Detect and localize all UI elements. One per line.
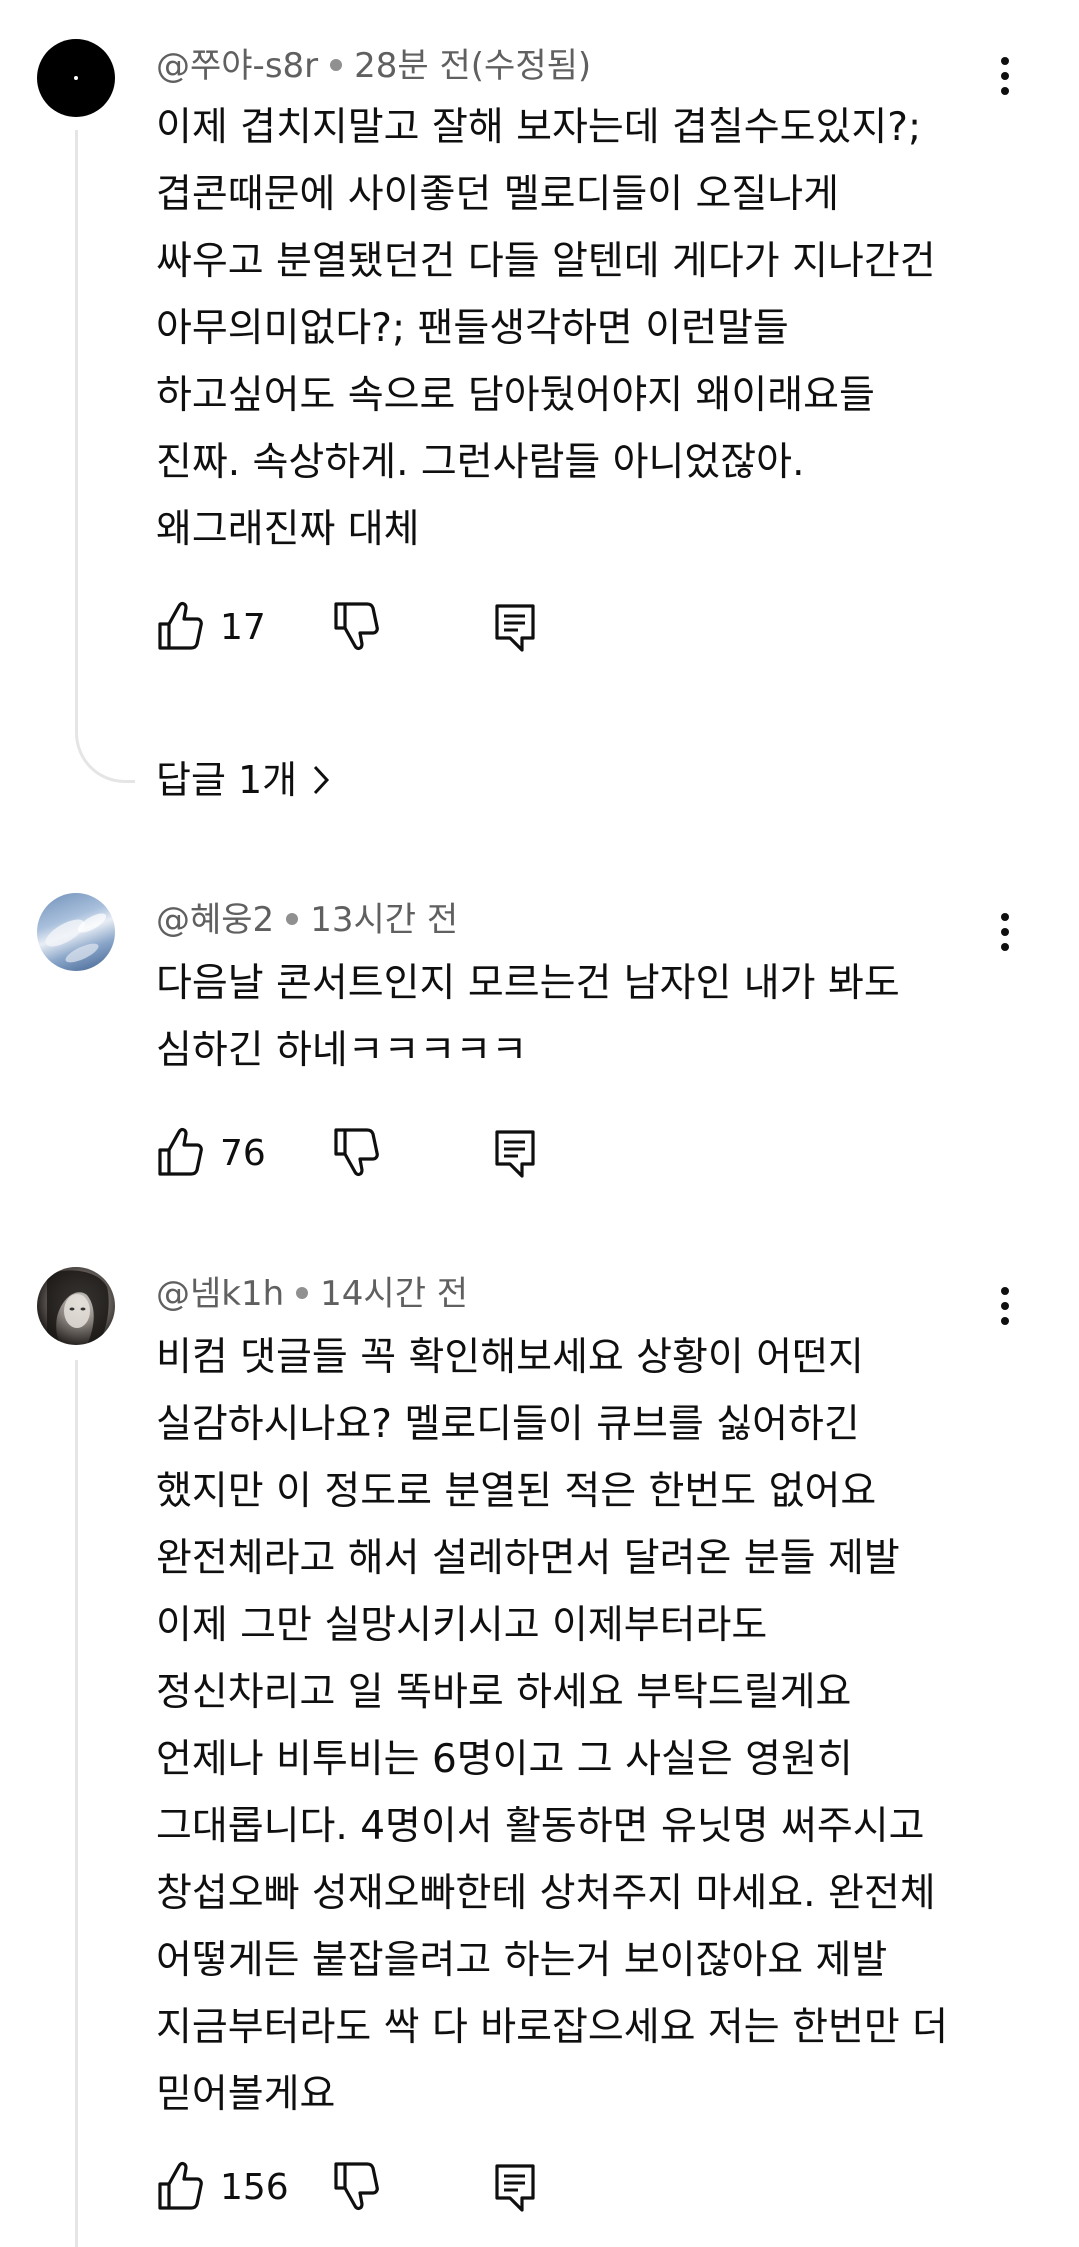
comment-text: 비컴 댓글들 꼭 확인해보세요 상황이 어떤지 실감하시나요? 멜로디들이 큐브…: [156, 1324, 1016, 2128]
comment-text: 다음날 콘서트인지 모르는건 남자인 내가 봐도 심하긴 하네ㅋㅋㅋㅋㅋ: [156, 950, 1016, 1084]
comment-line: 진짜. 속상하게. 그런사람들 아니었잖아.: [156, 440, 805, 485]
dislike-button[interactable]: [332, 2158, 382, 2218]
separator-dot: [330, 58, 343, 71]
avatar[interactable]: [37, 893, 115, 971]
comment-line: 믿어볼게요: [156, 2072, 336, 2117]
avatar[interactable]: [37, 39, 115, 117]
comment-line: 하고싶어도 속으로 담아뒀어야지 왜이래요들: [156, 373, 875, 418]
thread-line: [75, 130, 78, 730]
comment-line: 지금부터라도 싹 다 바로잡으세요 저는 한번만 더: [156, 2005, 948, 2050]
comment-time: 28분 전(수정됨): [354, 46, 592, 86]
comment-line: 완전체라고 해서 설레하면서 달려온 분들 제발: [156, 1536, 900, 1581]
avatar[interactable]: [37, 1267, 115, 1345]
comment-line: 이제 겹치지말고 잘해 보자는데 겹칠수도있지?;: [156, 105, 922, 150]
comment-line: 정신차리고 일 똑바로 하세요 부탁드릴게요: [156, 1670, 852, 1715]
thumbs-down-icon: [334, 1128, 379, 1177]
comment-actions: 156: [156, 2158, 656, 2218]
comment-line: 왜그래진짜 대체: [156, 507, 420, 552]
comment-line: 이제 그만 실망시키시고 이제부터라도: [156, 1603, 768, 1648]
more-vertical-icon: [1001, 57, 1009, 65]
comment-time: 14시간 전: [320, 1274, 469, 1314]
chevron-right-icon: [314, 765, 330, 795]
comment-time: 13시간 전: [310, 900, 459, 940]
comment-line: 창섭오빠 성재오빠한테 상처주지 마세요. 완전체: [156, 1871, 936, 1916]
dislike-button[interactable]: [332, 598, 382, 658]
thumbs-up-icon: [158, 1127, 203, 1176]
more-vertical-icon: [1001, 1287, 1009, 1295]
comment-actions: 17: [156, 598, 656, 658]
thread-curve: [75, 723, 135, 783]
comment-meta: @혜웅2 13시간 전: [156, 900, 458, 940]
comment-line: 아무의미없다?; 팬들생각하면 이런말들: [156, 306, 789, 351]
comment-actions: 76: [156, 1124, 656, 1184]
reply-button[interactable]: [492, 2158, 542, 2218]
comment-meta: @쭈야-s8r 28분 전(수정됨): [156, 46, 591, 86]
comment-text: 이제 겹치지말고 잘해 보자는데 겹칠수도있지?; 겹콘때문에 사이좋던 멜로디…: [156, 94, 1016, 563]
reply-button[interactable]: [492, 598, 542, 658]
thumbs-up-icon: [158, 2161, 203, 2210]
like-button[interactable]: [156, 598, 206, 658]
reply-icon: [495, 1130, 535, 1178]
like-button[interactable]: [156, 1124, 206, 1184]
reply-icon: [495, 2164, 535, 2212]
comment-author[interactable]: @넴k1h: [156, 1274, 284, 1314]
comment-line: 싸우고 분열됐던건 다들 알텐데 게다가 지나간건: [156, 239, 936, 284]
comment-author[interactable]: @혜웅2: [156, 900, 274, 940]
reply-icon: [495, 604, 535, 652]
comment-line: 다음날 콘서트인지 모르는건 남자인 내가 봐도: [156, 961, 900, 1006]
more-vertical-icon: [1001, 913, 1009, 921]
comment-line: 비컴 댓글들 꼭 확인해보세요 상황이 어떤지: [156, 1335, 864, 1380]
comment-line: 겹콘때문에 사이좋던 멜로디들이 오질나게: [156, 172, 840, 217]
comment-meta: @넴k1h 14시간 전: [156, 1274, 468, 1314]
comment-author[interactable]: @쭈야-s8r: [156, 46, 318, 86]
like-button[interactable]: [156, 2158, 206, 2218]
comment-line: 그대롭니다. 4명이서 활동하면 유닛명 써주시고: [156, 1804, 925, 1849]
replies-label: 답글 1개: [156, 758, 298, 802]
like-count: 17: [220, 607, 266, 648]
thumbs-down-icon: [334, 2162, 379, 2211]
like-count: 156: [220, 2167, 289, 2208]
comment-line: 어떻게든 붙잡을려고 하는거 보이잖아요 제발: [156, 1938, 888, 1983]
separator-dot: [296, 1286, 309, 1299]
comment-line: 심하긴 하네ㅋㅋㅋㅋㅋ: [156, 1028, 528, 1073]
comment-line: 했지만 이 정도로 분열된 적은 한번도 없어요: [156, 1469, 877, 1514]
comment-line: 실감하시나요? 멜로디들이 큐브를 싫어하긴: [156, 1402, 860, 1447]
comment-line: 언제나 비투비는 6명이고 그 사실은 영원히: [156, 1737, 853, 1782]
view-replies-link[interactable]: 답글 1개: [156, 755, 331, 805]
like-count: 76: [220, 1133, 266, 1174]
reply-button[interactable]: [492, 1124, 542, 1184]
thread-line: [75, 1360, 78, 2247]
separator-dot: [286, 912, 299, 925]
thumbs-down-icon: [334, 602, 379, 651]
dislike-button[interactable]: [332, 1124, 382, 1184]
thumbs-up-icon: [158, 601, 203, 650]
